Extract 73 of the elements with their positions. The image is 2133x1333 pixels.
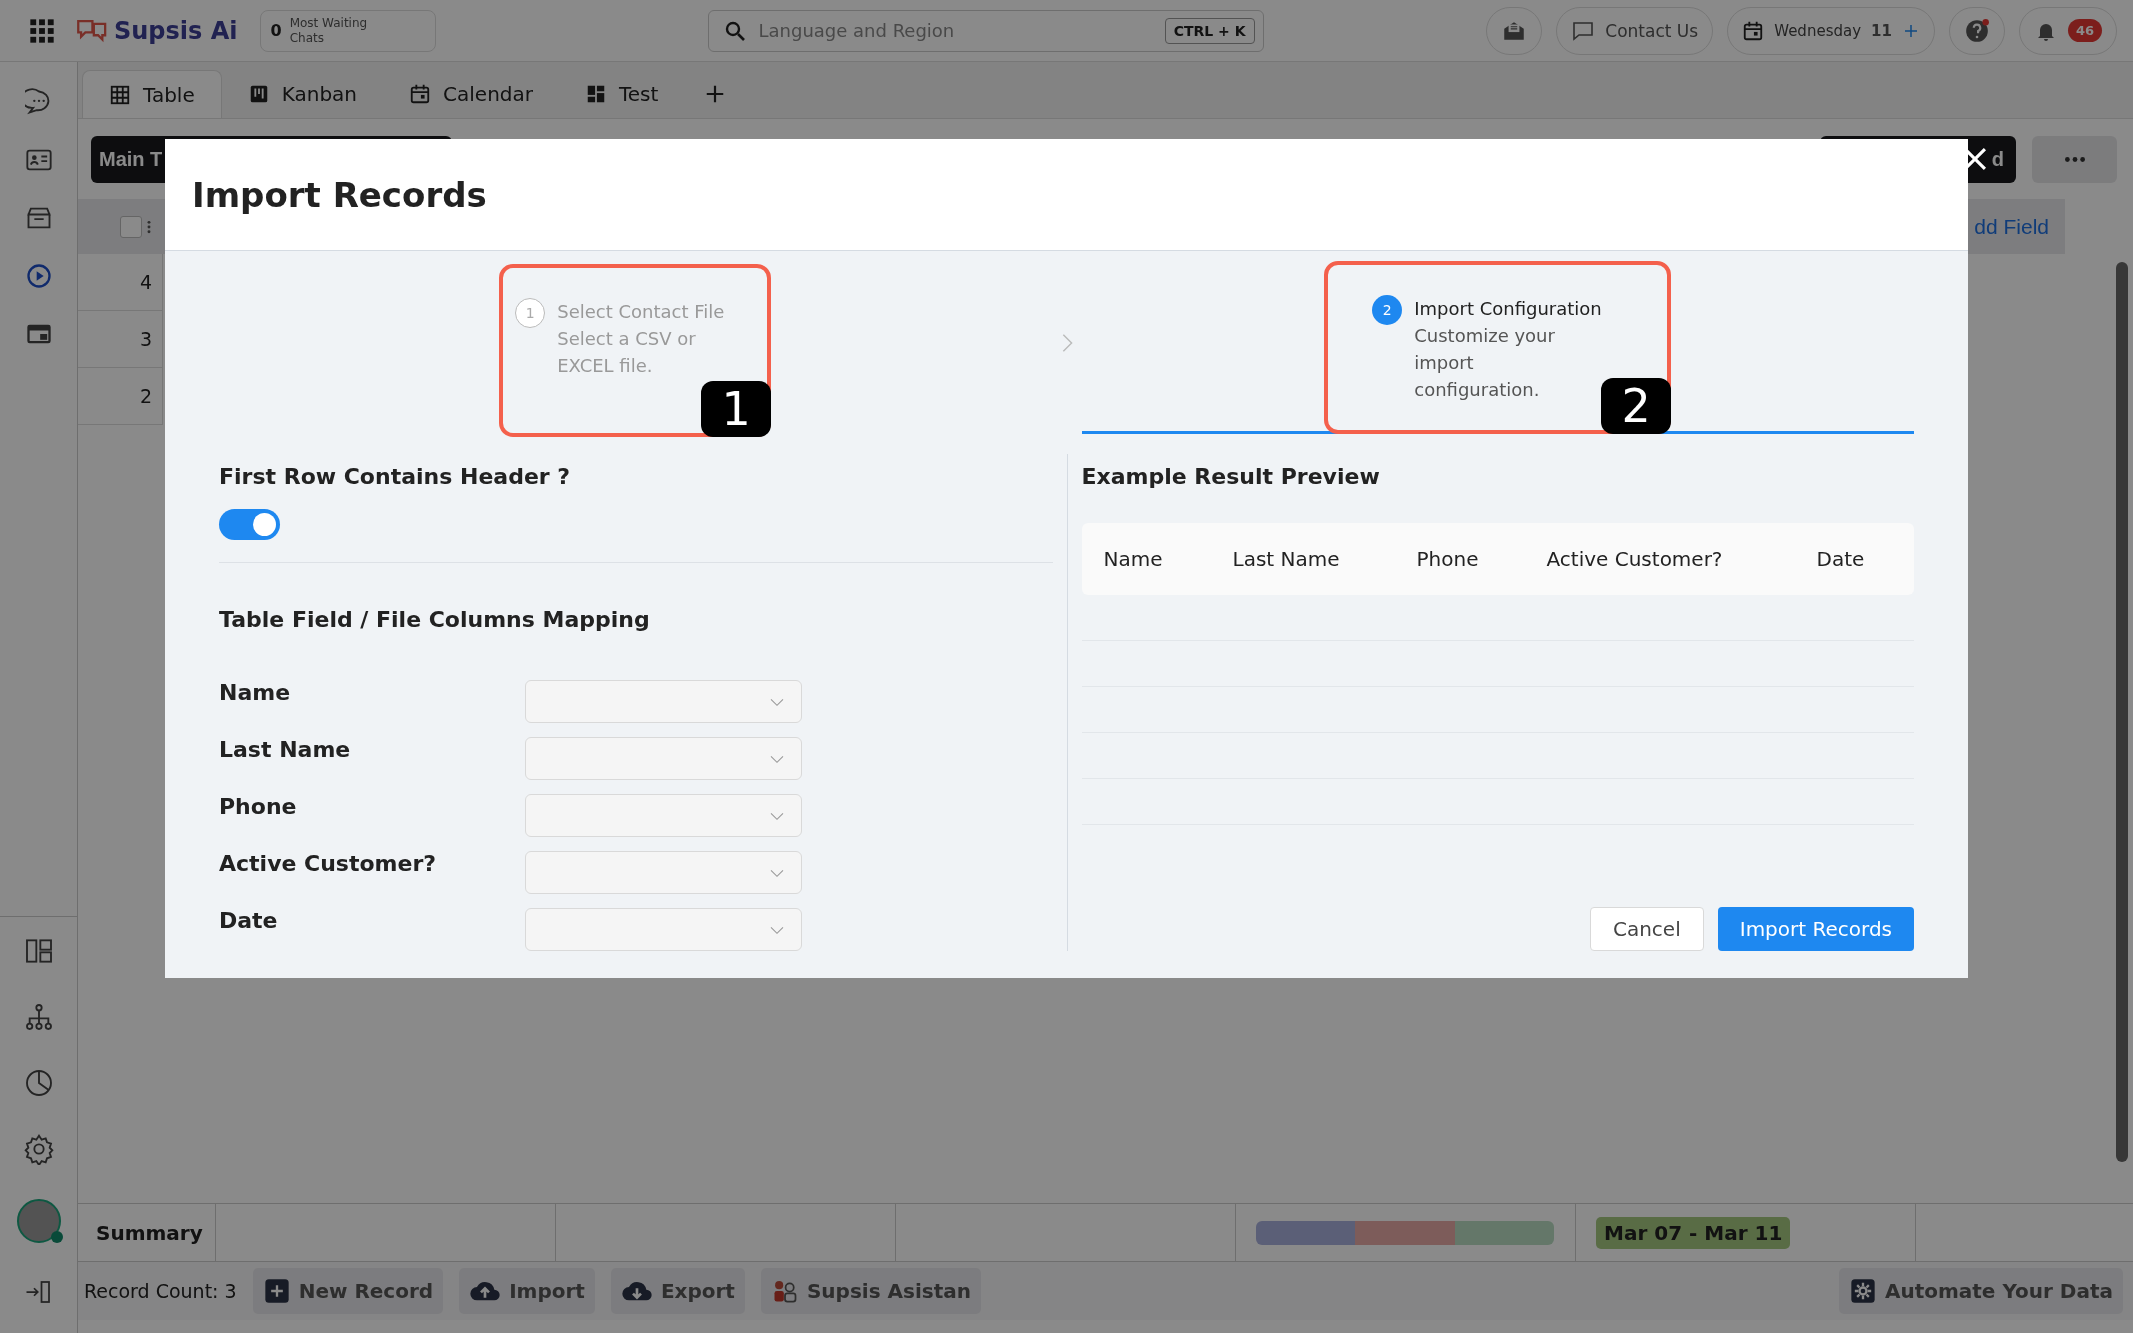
- date-range-tag: Mar 07 - Mar 11: [1596, 1216, 1791, 1249]
- mail-button[interactable]: [1486, 6, 1543, 55]
- waiting-count: 0: [270, 21, 282, 40]
- step-title: Select Contact File: [557, 300, 725, 324]
- annotation-badge: 2: [1601, 378, 1672, 434]
- settings-icon: [22, 1133, 55, 1165]
- more-icon: [2064, 156, 2085, 162]
- step-number: 1: [515, 298, 546, 328]
- field-label: Phone: [219, 794, 298, 819]
- date-button[interactable]: Wednesday 11: [1727, 6, 1935, 55]
- search-input[interactable]: Language and Region: [756, 19, 1155, 42]
- step-number: 2: [1372, 295, 1403, 325]
- play-icon: [24, 262, 53, 290]
- column-header: Active Customer?: [1546, 547, 1724, 571]
- field-label: Name: [219, 680, 292, 705]
- column-dropdown[interactable]: [525, 737, 802, 780]
- import-button[interactable]: Import Records: [1717, 907, 1914, 951]
- calendar-icon: [409, 83, 432, 105]
- view-tab[interactable]: Kanban: [221, 70, 384, 118]
- section-title: Table Field / File Columns Mapping: [219, 607, 651, 632]
- cancel-button[interactable]: Cancel: [1589, 907, 1704, 951]
- field-label: Last Name: [219, 737, 352, 762]
- column-header: Name: [1103, 547, 1164, 571]
- shortcut-key: CTRL + K: [1164, 17, 1255, 44]
- header-toggle[interactable]: [219, 509, 280, 540]
- footer-action-button[interactable]: Import: [459, 1268, 595, 1314]
- select-all-checkbox[interactable]: [120, 215, 142, 238]
- dialog-title: Import Records: [192, 174, 487, 215]
- avatar[interactable]: [16, 1199, 61, 1243]
- apps-grid-icon: [28, 16, 56, 45]
- section-title: Example Result Preview: [1081, 464, 1381, 489]
- search-bar[interactable]: Language and Region CTRL + K: [707, 9, 1264, 52]
- view-tab[interactable]: Calendar: [383, 70, 559, 118]
- help-icon: [1963, 17, 1990, 44]
- gear-icon: [1848, 1277, 1877, 1305]
- plus-square-icon: [262, 1277, 291, 1305]
- notifications-button[interactable]: 46: [2018, 6, 2117, 55]
- footer-action-button[interactable]: Supsis Asistan: [760, 1268, 981, 1314]
- step-title: Import Configuration: [1414, 297, 1602, 321]
- summary-label: Summary: [78, 1204, 216, 1261]
- help-button[interactable]: [1948, 6, 2005, 55]
- field-label: Active Customer?: [219, 851, 438, 876]
- column-header: Date: [1816, 547, 1866, 571]
- column-header: Phone: [1416, 547, 1480, 571]
- column-dropdown[interactable]: [525, 794, 802, 837]
- step-description: Select a CSV or EXCEL file.: [557, 327, 697, 378]
- logo-text: Supsis Ai: [114, 16, 238, 45]
- waiting-label: Most Waiting Chats: [289, 16, 369, 45]
- field-label: Date: [219, 908, 279, 933]
- calendar-icon: [1742, 19, 1765, 42]
- view-tab[interactable]: Test: [559, 70, 685, 118]
- notification-badge: 46: [2067, 19, 2102, 42]
- scrollbar[interactable]: [2116, 262, 2128, 1162]
- view-tab[interactable]: Table: [82, 70, 222, 118]
- automate-button[interactable]: Automate Your Data: [1838, 1268, 2123, 1314]
- column-header: Last Name: [1232, 547, 1341, 571]
- column-dropdown[interactable]: [525, 851, 802, 894]
- annotation-badge: 1: [701, 381, 772, 437]
- row-number: 3: [139, 328, 153, 350]
- footer-action-button[interactable]: Export: [610, 1268, 745, 1314]
- row-number: 4: [139, 271, 153, 293]
- dashboard-icon: [585, 83, 607, 105]
- record-count: Record Count: 3: [84, 1280, 237, 1302]
- more-button[interactable]: [2032, 135, 2117, 183]
- add-field-link[interactable]: dd Field: [1970, 214, 2053, 239]
- footer-action-button[interactable]: New Record: [252, 1268, 444, 1314]
- grid-icon: [109, 83, 131, 106]
- contact-us-button[interactable]: Contact Us: [1556, 6, 1714, 55]
- column-dropdown[interactable]: [525, 908, 802, 951]
- toggle-label: First Row Contains Header ?: [219, 464, 572, 489]
- row-number: 2: [139, 385, 153, 407]
- step-description: Customize your import configuration.: [1414, 324, 1556, 402]
- column-dropdown[interactable]: [525, 680, 802, 723]
